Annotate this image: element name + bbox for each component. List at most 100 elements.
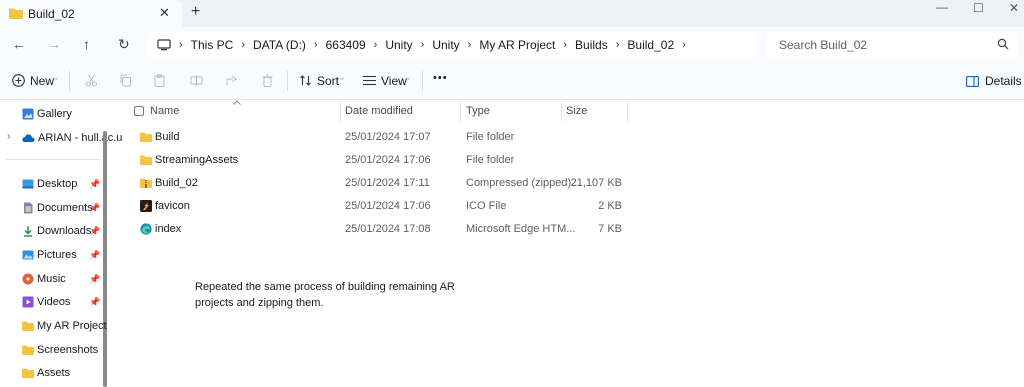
breadcrumb-build-02[interactable]: Build_02 xyxy=(619,38,682,52)
view-chevron-icon: ⌄ xyxy=(404,72,413,83)
delete-icon[interactable] xyxy=(261,74,274,87)
sidebar-label: Videos xyxy=(37,296,71,308)
file-name[interactable]: Build_02 xyxy=(155,177,198,189)
file-name[interactable]: Build xyxy=(155,131,179,143)
navigation-bar: ← → ↑ ↻ › This PC › DATA (D:) › 663409 ›… xyxy=(0,27,1024,62)
details-button[interactable]: Details xyxy=(985,74,1022,88)
downloads-icon xyxy=(24,226,32,237)
file-date: 25/01/2024 17:07 xyxy=(345,131,431,143)
column-divider[interactable] xyxy=(340,101,341,121)
pin-icon[interactable]: 📌 xyxy=(89,297,100,308)
column-divider[interactable] xyxy=(627,101,628,121)
sidebar-label: Music xyxy=(37,273,66,285)
details-pane-icon xyxy=(966,76,979,87)
close-window-button[interactable]: ✕ xyxy=(1009,1,1019,15)
sidebar-label: ARIAN - hull.ac.u xyxy=(38,132,123,144)
sidebar-item-documents[interactable]: Documents xyxy=(22,199,93,217)
sidebar-item-gallery[interactable]: Gallery xyxy=(22,105,72,123)
new-chevron-icon: ⌄ xyxy=(52,72,61,83)
pin-icon[interactable]: 📌 xyxy=(89,274,100,285)
breadcrumb-data-d[interactable]: DATA (D:) xyxy=(245,38,314,52)
cloud-icon xyxy=(22,134,35,142)
breadcrumb-expand[interactable]: › xyxy=(682,39,686,51)
share-icon[interactable] xyxy=(225,74,238,87)
file-type: Microsoft Edge HTM... xyxy=(466,223,576,235)
sidebar-label: Gallery xyxy=(37,108,72,120)
breadcrumb-builds[interactable]: Builds xyxy=(567,38,616,52)
column-header-type[interactable]: Type xyxy=(466,105,490,117)
tab-build-02[interactable]: Build_02 ✕ xyxy=(0,0,182,27)
address-bar[interactable]: › This PC › DATA (D:) › 663409 › Unity ›… xyxy=(147,32,758,57)
breadcrumb-663409[interactable]: 663409 xyxy=(318,38,374,52)
file-date: 25/01/2024 17:06 xyxy=(345,200,431,212)
column-header-name[interactable]: Name xyxy=(150,105,179,117)
folder-icon xyxy=(22,368,34,378)
copy-icon[interactable] xyxy=(119,74,132,87)
new-plus-icon xyxy=(12,74,25,87)
sidebar-item-my-ar-project[interactable]: My AR Project xyxy=(22,317,107,335)
column-divider[interactable] xyxy=(561,101,562,121)
file-type: File folder xyxy=(466,131,515,143)
file-type: File folder xyxy=(466,154,515,166)
select-all-checkbox[interactable] xyxy=(134,106,144,116)
column-header-size[interactable]: Size xyxy=(566,105,587,117)
search-input[interactable]: Search Build_02 xyxy=(767,32,1017,57)
desktop-icon xyxy=(22,179,34,189)
toolbar-divider xyxy=(69,71,70,91)
title-bar: Build_02 ✕ + — ☐ ✕ xyxy=(0,0,1024,27)
documents-icon xyxy=(24,202,33,214)
maximize-button[interactable]: ☐ xyxy=(973,1,984,15)
folder-icon xyxy=(22,321,34,331)
sidebar-divider xyxy=(6,159,100,160)
sidebar-label: Screenshots xyxy=(37,344,99,356)
sidebar-item-screenshots[interactable]: Screenshots xyxy=(22,341,98,359)
pictures-icon xyxy=(22,250,34,260)
file-name[interactable]: index xyxy=(155,223,181,235)
column-header-date[interactable]: Date modified xyxy=(345,105,413,117)
pin-icon[interactable]: 📌 xyxy=(89,203,100,214)
sidebar-item-desktop[interactable]: Desktop xyxy=(22,175,77,193)
view-icon xyxy=(363,75,376,86)
sidebar-label: Assets xyxy=(37,367,71,379)
sidebar-label: My AR Project xyxy=(37,320,107,332)
pin-icon[interactable]: 📌 xyxy=(89,226,100,237)
toolbar-divider xyxy=(287,71,288,91)
file-name[interactable]: favicon xyxy=(155,200,190,212)
refresh-button[interactable]: ↻ xyxy=(118,36,130,53)
view-button[interactable]: View xyxy=(381,74,407,88)
sidebar-item-downloads[interactable]: Downloads xyxy=(22,222,91,240)
sidebar-item-onedrive[interactable]: ARIAN - hull.ac.u xyxy=(22,129,122,147)
breadcrumb-unity[interactable]: Unity xyxy=(377,38,420,52)
breadcrumb-my-ar-project[interactable]: My AR Project xyxy=(471,38,563,52)
toolbar-divider xyxy=(422,71,423,91)
breadcrumb-this-pc[interactable]: This PC xyxy=(183,38,242,52)
expand-chevron-icon[interactable]: › xyxy=(7,131,10,142)
minimize-button[interactable]: — xyxy=(936,0,948,14)
new-tab-button[interactable]: + xyxy=(191,3,200,21)
sidebar-item-videos[interactable]: Videos xyxy=(22,293,70,311)
pin-icon[interactable]: 📌 xyxy=(89,179,100,190)
up-button[interactable]: ↑ xyxy=(83,36,90,52)
pin-icon[interactable]: 📌 xyxy=(89,250,100,261)
paste-icon[interactable] xyxy=(153,74,166,87)
breadcrumb-unity-2[interactable]: Unity xyxy=(424,38,467,52)
column-divider[interactable] xyxy=(460,101,461,121)
file-name[interactable]: StreamingAssets xyxy=(155,154,238,166)
videos-icon xyxy=(22,296,34,308)
cut-icon[interactable] xyxy=(85,74,98,87)
forward-button[interactable]: → xyxy=(47,36,61,52)
sort-button[interactable]: Sort xyxy=(317,74,339,88)
sidebar-scrollbar[interactable] xyxy=(103,131,107,387)
sort-chevron-icon: ⌄ xyxy=(338,72,347,83)
sidebar-item-pictures[interactable]: Pictures xyxy=(22,246,77,264)
sidebar-item-music[interactable]: Music xyxy=(22,270,66,288)
back-button[interactable]: ← xyxy=(12,36,26,52)
new-button[interactable]: New xyxy=(30,74,54,88)
gallery-icon xyxy=(22,108,34,120)
more-options-button[interactable]: ••• xyxy=(433,72,448,84)
sidebar-label: Downloads xyxy=(37,225,92,237)
tab-close-icon[interactable]: ✕ xyxy=(159,5,170,21)
sidebar-item-assets[interactable]: Assets xyxy=(22,364,70,382)
rename-icon[interactable] xyxy=(190,74,203,87)
edge-icon xyxy=(140,223,152,235)
